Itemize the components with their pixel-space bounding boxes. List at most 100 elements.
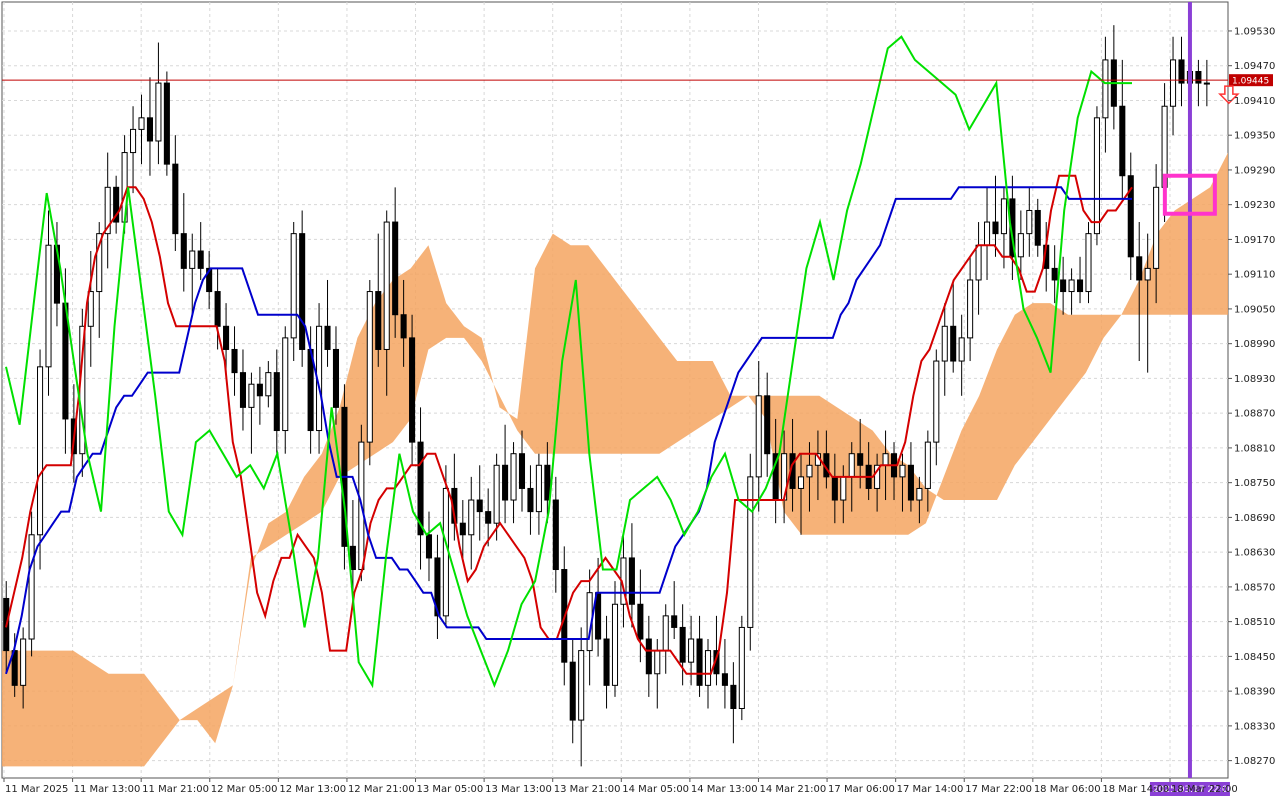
candle-body	[535, 464, 542, 513]
y-tick-label: 1.09110	[1234, 270, 1275, 281]
candle-body	[688, 638, 695, 663]
candle-body	[916, 487, 923, 501]
candle-body	[1136, 256, 1143, 281]
x-tick-label: 11 Mar 13:00	[74, 784, 141, 795]
candle-body	[527, 487, 534, 513]
candle-body	[933, 360, 940, 443]
candle-body	[299, 233, 306, 350]
y-tick-label: 1.08270	[1234, 756, 1275, 767]
candle-body	[518, 453, 526, 489]
x-tick-label: 18 Mar 14:00	[1102, 784, 1169, 795]
candle-body	[248, 383, 255, 408]
candle-body	[468, 499, 475, 536]
candle-body	[1144, 267, 1151, 281]
candle-body	[197, 250, 204, 269]
candle-body	[882, 453, 889, 466]
y-tick-label: 1.08330	[1234, 721, 1275, 732]
candle-body	[797, 476, 805, 489]
candle-body	[324, 325, 331, 350]
x-tick-label: 12 Mar 13:00	[279, 784, 346, 795]
candle-body	[1068, 279, 1075, 293]
candle-body	[1119, 105, 1126, 177]
candle-body	[899, 464, 906, 478]
candle-body	[806, 464, 813, 478]
candle-body	[1000, 198, 1007, 235]
y-tick-label: 1.09350	[1234, 131, 1275, 142]
candle-body	[941, 325, 948, 362]
candle-body	[459, 522, 466, 536]
candle-body	[349, 545, 356, 571]
x-tick-label: 13 Mar 21:00	[554, 784, 621, 795]
candle-body	[383, 221, 390, 350]
x-tick-label: 18 Mar 06:00	[1034, 784, 1101, 795]
y-tick-label: 1.08690	[1234, 513, 1275, 524]
candle-body	[1093, 117, 1100, 235]
candle-body	[290, 233, 297, 339]
candle-body	[755, 395, 762, 478]
y-tick-label: 1.08630	[1234, 548, 1275, 559]
y-tick-label: 1.08450	[1234, 652, 1275, 663]
x-tick-label: 14 Mar 13:00	[691, 784, 758, 795]
candle-body	[857, 453, 864, 466]
candlestick-chart[interactable]: 1.094452025.03.17 22:00 1.095301.094701.…	[0, 0, 1280, 800]
candle-body	[130, 128, 137, 154]
candle-body	[366, 291, 373, 443]
candle-body	[569, 661, 576, 721]
chart-area[interactable]: 1.09445 2025.03.17 22:00 1.09530 1.09470 1.…	[0, 0, 1280, 800]
candle-body	[983, 221, 991, 246]
candle-body	[1017, 233, 1024, 258]
candle-body	[645, 638, 652, 675]
candle-body	[502, 464, 509, 501]
candle-body	[611, 603, 619, 686]
candle-body	[831, 476, 838, 501]
candle-body	[189, 250, 196, 269]
candle-body	[214, 291, 221, 327]
candle-body	[1203, 82, 1210, 85]
candle-body	[425, 534, 433, 559]
x-tick-label: 17 Mar 22:00	[965, 784, 1032, 795]
candle-body	[764, 395, 771, 455]
y-tick-label: 1.09470	[1234, 61, 1275, 72]
candle-body	[485, 511, 492, 524]
candle-body	[1085, 233, 1092, 293]
candle-body	[603, 638, 610, 686]
candle-body	[400, 314, 407, 339]
candle-body	[155, 82, 162, 142]
candle-body	[578, 650, 585, 721]
candle-body	[924, 441, 931, 489]
candle-body	[1102, 59, 1109, 119]
candle-body	[1178, 59, 1185, 84]
candle-body	[163, 82, 170, 165]
y-tick-label: 1.08750	[1234, 478, 1275, 489]
y-tick-label: 1.08810	[1234, 443, 1275, 454]
candle-body	[662, 615, 669, 652]
candle-body	[265, 372, 272, 397]
candle-body	[510, 453, 517, 501]
y-tick-label: 1.08510	[1234, 617, 1275, 628]
candle-body	[146, 117, 154, 142]
candle-body	[231, 348, 238, 374]
candle-body	[1153, 186, 1160, 269]
x-tick-label: 12 Mar 05:00	[211, 784, 278, 795]
y-tick-label: 1.08930	[1234, 374, 1275, 385]
candle-body	[273, 372, 280, 432]
candle-body	[409, 337, 416, 443]
candle-body	[721, 673, 728, 686]
y-tick-label: 1.09530	[1234, 26, 1275, 37]
candle-body	[848, 453, 855, 478]
candle-body	[704, 650, 712, 686]
candle-body	[628, 557, 635, 605]
candle-body	[992, 221, 999, 235]
candle-body	[840, 476, 847, 501]
candle-body	[1026, 209, 1033, 235]
y-tick-label: 1.08570	[1234, 582, 1275, 593]
candle-body	[552, 499, 559, 571]
candle-body	[738, 626, 745, 710]
y-tick-label: 1.09050	[1234, 304, 1275, 315]
x-tick-label: 17 Mar 14:00	[897, 784, 964, 795]
candle-body	[679, 626, 686, 663]
candle-body	[493, 464, 500, 524]
candle-body	[375, 291, 382, 350]
current-price-label: 1.09445	[1232, 77, 1269, 87]
y-tick-label: 1.09230	[1234, 200, 1275, 211]
